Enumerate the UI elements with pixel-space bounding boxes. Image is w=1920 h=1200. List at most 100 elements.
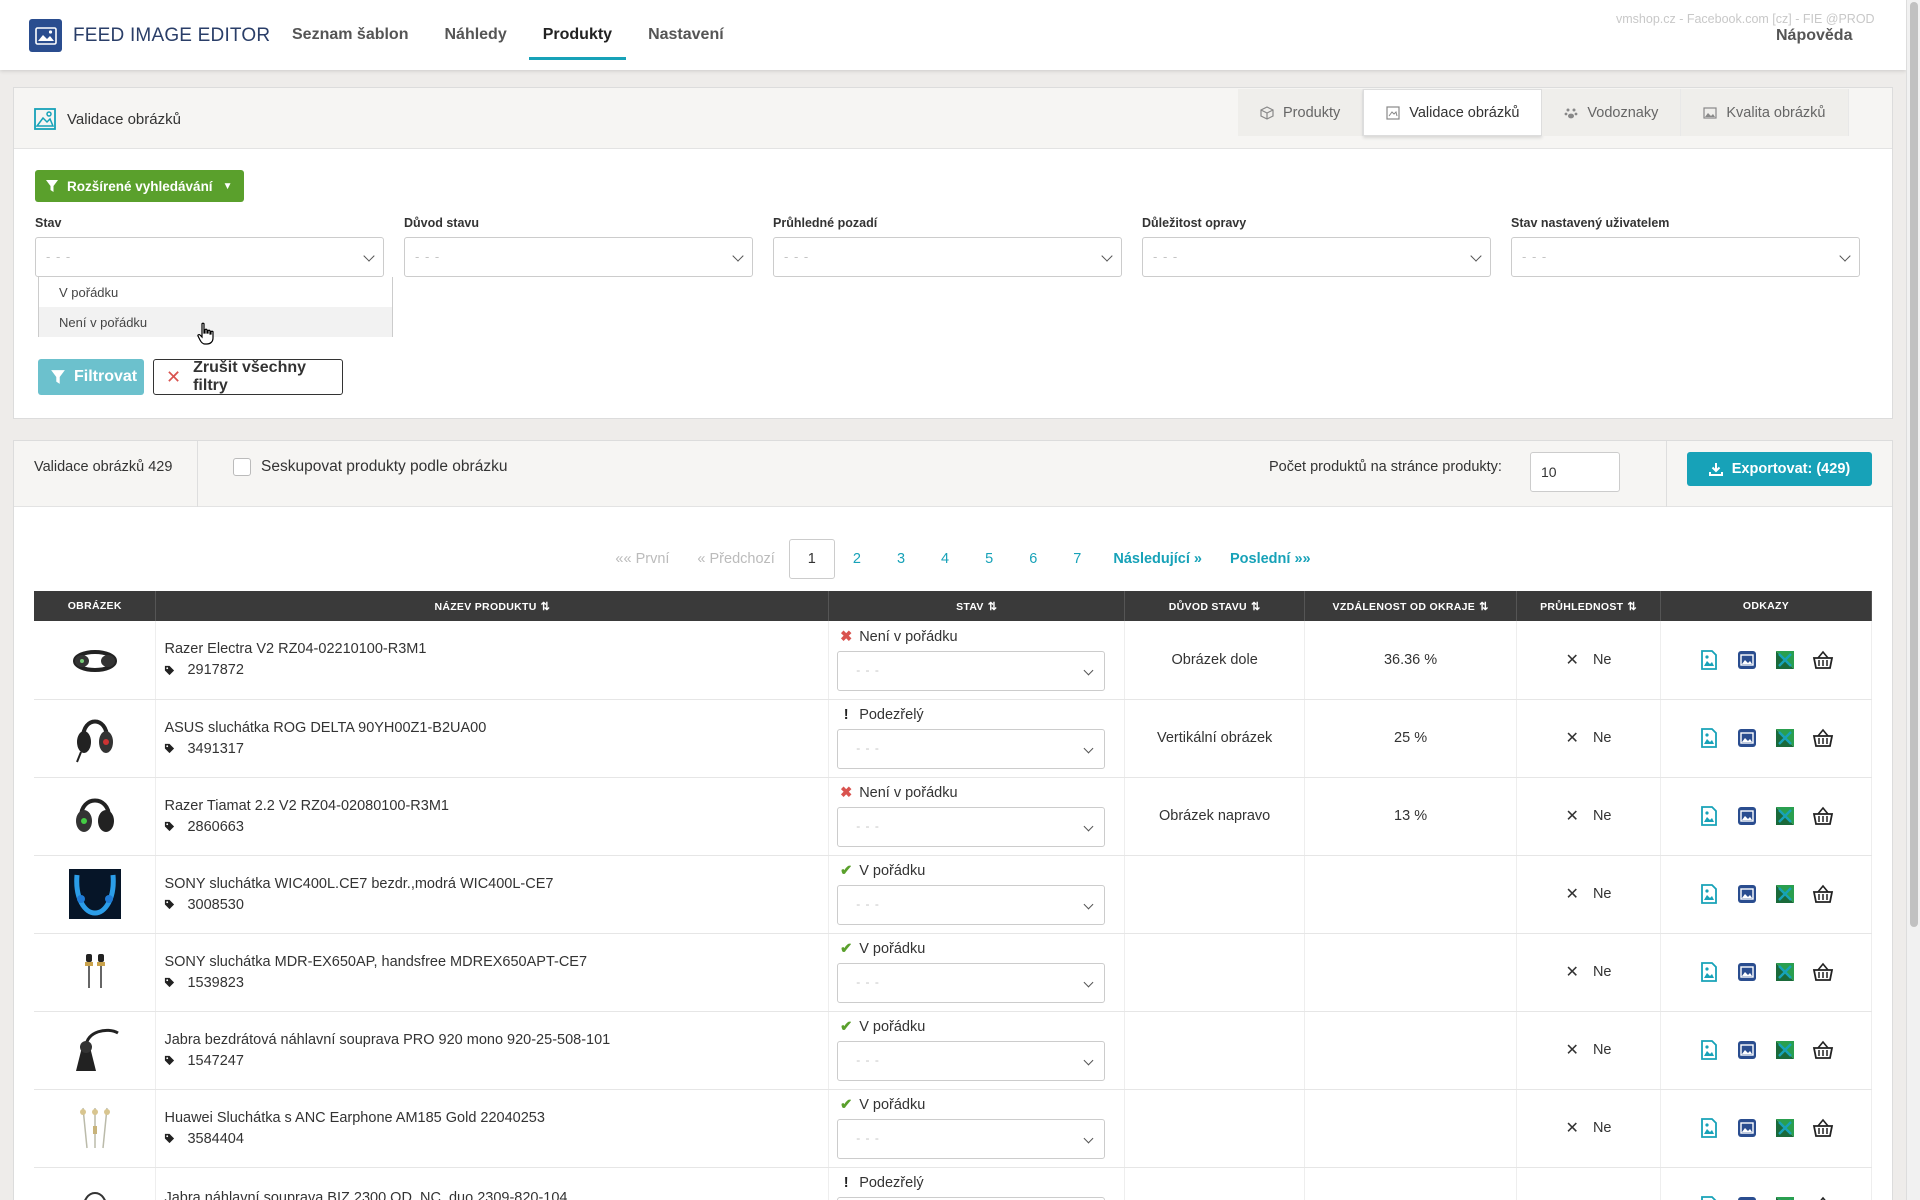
help-link[interactable]: Nápověda	[1776, 27, 1852, 45]
page-4[interactable]: 4	[923, 539, 967, 579]
clear-filters-button[interactable]: ✕ Zrušit všechny filtry	[153, 359, 343, 395]
status-select[interactable]: - - -	[35, 237, 384, 277]
preview-icon[interactable]	[1736, 1195, 1758, 1200]
group-by-image-toggle[interactable]: Seskupovat produkty podle obrázku	[233, 458, 507, 476]
page-first[interactable]: «« První	[601, 539, 683, 579]
user-status-select[interactable]: - - -	[837, 807, 1106, 847]
shop-basket-icon[interactable]	[1812, 1039, 1834, 1061]
feed-logo-icon[interactable]	[1774, 805, 1796, 827]
page-7[interactable]: 7	[1055, 539, 1099, 579]
shop-basket-icon[interactable]	[1812, 1195, 1834, 1200]
nav-previews[interactable]: Náhledy	[430, 0, 520, 70]
user-status-select[interactable]: - - -	[837, 729, 1106, 769]
product-thumbnail[interactable]	[52, 1178, 138, 1200]
tab-watermarks[interactable]: Vodoznaky	[1542, 89, 1682, 136]
feed-logo-icon[interactable]	[1774, 649, 1796, 671]
product-name[interactable]: ASUS sluchátka ROG DELTA 90YH00Z1-B2UA00	[164, 720, 828, 736]
product-thumbnail[interactable]	[52, 710, 138, 766]
option-ok[interactable]: V pořádku	[39, 277, 392, 307]
product-name[interactable]: Huawei Sluchátka s ANC Earphone AM185 Go…	[164, 1110, 828, 1126]
col-transparency[interactable]: PRŮHLEDNOST ⇅	[1516, 591, 1661, 621]
group-by-image-checkbox[interactable]	[233, 458, 251, 476]
feed-logo-icon[interactable]	[1774, 1039, 1796, 1061]
feed-logo-icon[interactable]	[1774, 1117, 1796, 1139]
shop-basket-icon[interactable]	[1812, 961, 1834, 983]
page-1[interactable]: 1	[788, 539, 835, 579]
sort-icon[interactable]: ⇅	[1251, 600, 1261, 613]
image-link-icon[interactable]	[1698, 1195, 1720, 1200]
product-thumbnail[interactable]	[52, 866, 138, 922]
page-prev[interactable]: « Předchozí	[683, 539, 788, 579]
tab-products[interactable]: Produkty	[1238, 89, 1364, 136]
transparent-select[interactable]: - - -	[773, 237, 1122, 277]
product-name[interactable]: Jabra náhlavní souprava BIZ 2300 QD, NC,…	[164, 1190, 828, 1200]
page-scrollbar[interactable]	[1906, 0, 1920, 1200]
user-status-select[interactable]: - - -	[837, 963, 1106, 1003]
product-thumbnail[interactable]	[52, 788, 138, 844]
feed-logo-icon[interactable]	[1774, 1195, 1796, 1200]
tab-image-quality[interactable]: Kvalita obrázků	[1681, 89, 1849, 136]
importance-select[interactable]: - - -	[1142, 237, 1491, 277]
export-button[interactable]: Exportovat: (429)	[1687, 452, 1872, 486]
image-link-icon[interactable]	[1698, 805, 1720, 827]
user-status-select[interactable]: - - -	[1511, 237, 1860, 277]
nav-products[interactable]: Produkty	[528, 0, 627, 70]
feed-logo-icon[interactable]	[1774, 727, 1796, 749]
product-name[interactable]: Jabra bezdrátová náhlavní souprava PRO 9…	[164, 1032, 828, 1048]
page-2[interactable]: 2	[835, 539, 879, 579]
nav-templates[interactable]: Seznam šablon	[278, 0, 422, 70]
col-reason[interactable]: DŮVOD STAVU ⇅	[1124, 591, 1306, 621]
col-name[interactable]: NÁZEV PRODUKTU ⇅	[155, 591, 830, 621]
filter-button[interactable]: Filtrovat	[38, 359, 144, 395]
scrollbar-thumb[interactable]	[1910, 2, 1918, 927]
preview-icon[interactable]	[1736, 1039, 1758, 1061]
image-link-icon[interactable]	[1698, 1039, 1720, 1061]
preview-icon[interactable]	[1736, 649, 1758, 671]
product-name[interactable]: Razer Electra V2 RZ04-02210100-R3M1	[164, 641, 828, 657]
feed-logo-icon[interactable]	[1774, 961, 1796, 983]
user-status-select[interactable]: - - -	[837, 650, 1106, 691]
user-status-select[interactable]: - - -	[837, 1119, 1106, 1159]
nav-settings[interactable]: Nastavení	[634, 0, 738, 70]
preview-icon[interactable]	[1736, 961, 1758, 983]
app-logo[interactable]: FEED IMAGE EDITOR	[29, 19, 270, 52]
shop-basket-icon[interactable]	[1812, 649, 1834, 671]
product-thumbnail[interactable]	[52, 632, 138, 688]
user-status-select[interactable]: - - -	[837, 1041, 1106, 1081]
product-thumbnail[interactable]	[52, 1100, 138, 1156]
feed-logo-icon[interactable]	[1774, 883, 1796, 905]
image-link-icon[interactable]	[1698, 961, 1720, 983]
product-thumbnail[interactable]	[52, 944, 138, 1000]
user-status-select[interactable]: - - -	[837, 885, 1106, 925]
page-last[interactable]: Poslední »»	[1216, 539, 1325, 579]
sort-icon[interactable]: ⇅	[541, 600, 551, 613]
page-next[interactable]: Následující »	[1099, 539, 1216, 579]
advanced-search-button[interactable]: Rozšírené vyhledávání ▼	[35, 170, 245, 202]
preview-icon[interactable]	[1736, 727, 1758, 749]
shop-basket-icon[interactable]	[1812, 727, 1834, 749]
product-name[interactable]: SONY sluchátka WIC400L.CE7 bezdr.,modrá …	[164, 876, 828, 892]
sort-icon[interactable]: ⇅	[988, 600, 998, 613]
product-name[interactable]: Razer Tiamat 2.2 V2 RZ04-02080100-R3M1	[164, 798, 828, 814]
col-status[interactable]: STAV ⇅	[828, 591, 1126, 621]
page-5[interactable]: 5	[967, 539, 1011, 579]
page-3[interactable]: 3	[879, 539, 923, 579]
preview-icon[interactable]	[1736, 883, 1758, 905]
preview-icon[interactable]	[1736, 805, 1758, 827]
page-6[interactable]: 6	[1011, 539, 1055, 579]
col-distance[interactable]: VZDÁLENOST OD OKRAJE ⇅	[1304, 591, 1518, 621]
sort-icon[interactable]: ⇅	[1627, 600, 1637, 613]
image-link-icon[interactable]	[1698, 727, 1720, 749]
product-thumbnail[interactable]	[52, 1022, 138, 1078]
image-link-icon[interactable]	[1698, 1117, 1720, 1139]
per-page-input[interactable]: 10	[1530, 452, 1620, 492]
shop-basket-icon[interactable]	[1812, 805, 1834, 827]
image-link-icon[interactable]	[1698, 649, 1720, 671]
image-link-icon[interactable]	[1698, 883, 1720, 905]
preview-icon[interactable]	[1736, 1117, 1758, 1139]
tab-image-validation[interactable]: Validace obrázků	[1363, 89, 1543, 136]
shop-basket-icon[interactable]	[1812, 1117, 1834, 1139]
product-name[interactable]: SONY sluchátka MDR-EX650AP, handsfree MD…	[164, 954, 828, 970]
reason-select[interactable]: - - -	[404, 237, 753, 277]
shop-basket-icon[interactable]	[1812, 883, 1834, 905]
